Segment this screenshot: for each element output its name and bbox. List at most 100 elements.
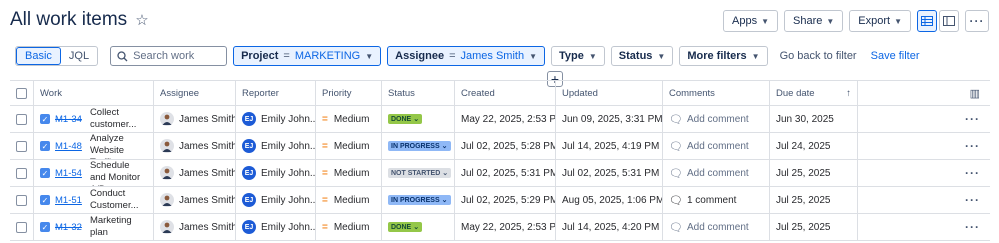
assignee-cell[interactable]: James Smith <box>154 214 236 240</box>
share-button[interactable]: Share ▼ <box>784 10 844 32</box>
work-item-key[interactable]: M1-32 <box>55 222 82 233</box>
more-icon[interactable]: ··· <box>965 193 980 207</box>
save-filter-link[interactable]: Save filter <box>869 50 922 62</box>
assignee-cell[interactable]: James Smith <box>154 106 236 132</box>
more-filters-label: More filters <box>687 50 747 62</box>
detail-view-button[interactable] <box>939 10 959 32</box>
col-comments[interactable]: Comments <box>663 81 770 105</box>
status-badge[interactable]: NOT STARTED ⌄ <box>388 168 452 178</box>
work-item-title[interactable]: Analyze Website Traffi... <box>90 133 147 159</box>
assignee-cell[interactable]: James Smith <box>154 187 236 213</box>
assignee-cell[interactable]: James Smith <box>154 133 236 159</box>
avatar <box>160 193 174 207</box>
assignee-field: Assignee <box>395 50 445 62</box>
more-actions-button[interactable]: ··· <box>965 10 989 32</box>
work-item-title[interactable]: Conduct Customer... <box>90 188 147 212</box>
priority-label: Medium <box>333 167 370 179</box>
export-button[interactable]: Export ▼ <box>849 10 911 32</box>
work-item-key[interactable]: M1-51 <box>55 195 82 206</box>
select-all-checkbox[interactable] <box>16 87 27 99</box>
work-item-key[interactable]: M1-54 <box>55 168 82 179</box>
reporter-cell[interactable]: EJ Emily John... <box>236 187 316 213</box>
search-input[interactable]: Search work <box>110 46 228 66</box>
col-due-date[interactable]: Due date ↑ <box>770 81 858 105</box>
col-status[interactable]: Status <box>382 81 455 105</box>
col-work[interactable]: Work <box>34 81 154 105</box>
select-all-cell <box>10 81 34 105</box>
apps-button[interactable]: Apps ▼ <box>723 10 778 32</box>
col-updated[interactable]: Updated <box>556 81 663 105</box>
priority-cell[interactable]: = Medium <box>316 160 382 186</box>
row-checkbox[interactable] <box>16 221 27 233</box>
priority-cell[interactable]: = Medium <box>316 133 382 159</box>
row-checkbox[interactable] <box>16 167 27 179</box>
table-row[interactable]: ✓ M1-54 Schedule and Monitor A/B... James S… <box>10 160 990 187</box>
assignee-filter-chip[interactable]: Assignee = James Smith ▼ <box>387 46 546 66</box>
list-view-button[interactable] <box>917 10 937 32</box>
priority-cell[interactable]: = Medium <box>316 106 382 132</box>
status-filter-button[interactable]: Status ▼ <box>610 46 674 66</box>
work-item-title[interactable]: Collect customer... <box>90 107 147 131</box>
go-back-to-filter-link[interactable]: Go back to filter <box>774 50 863 62</box>
updated-cell: Aug 05, 2025, 1:06 PM <box>556 187 663 213</box>
col-priority[interactable]: Priority <box>316 81 382 105</box>
comments-cell[interactable]: 🗨 Add comment <box>663 106 770 132</box>
type-filter-button[interactable]: Type ▼ <box>551 46 605 66</box>
status-badge[interactable]: DONE ⌄ <box>388 222 423 232</box>
more-icon[interactable]: ··· <box>965 220 980 234</box>
reporter-cell[interactable]: EJ Emily John... <box>236 214 316 240</box>
more-icon[interactable]: ··· <box>965 139 980 153</box>
col-settings-cell: ▥ <box>858 81 990 105</box>
project-filter-chip[interactable]: Project = MARKETING ▼ <box>233 46 382 66</box>
assignee-cell[interactable]: James Smith <box>154 160 236 186</box>
comments-text: 1 comment <box>686 194 737 206</box>
reporter-name: Emily John... <box>261 140 316 152</box>
reporter-cell[interactable]: EJ Emily John... <box>236 106 316 132</box>
reporter-cell[interactable]: EJ Emily John... <box>236 160 316 186</box>
comments-cell[interactable]: 🗨 1 comment <box>663 187 770 213</box>
priority-cell[interactable]: = Medium <box>316 214 382 240</box>
priority-cell[interactable]: = Medium <box>316 187 382 213</box>
priority-label: Medium <box>333 140 370 152</box>
priority-medium-icon: = <box>322 221 328 233</box>
more-filters-button[interactable]: More filters ▼ <box>679 46 768 66</box>
table-row[interactable]: ✓ M1-32 Marketing plan James Smith EJ Emily J… <box>10 214 990 241</box>
comments-cell[interactable]: 🗨 Add comment <box>663 160 770 186</box>
jql-tab[interactable]: JQL <box>61 47 97 65</box>
col-reporter[interactable]: Reporter <box>236 81 316 105</box>
col-assignee[interactable]: Assignee <box>154 81 236 105</box>
sort-arrow-up-icon[interactable]: ↑ <box>846 88 851 99</box>
priority-medium-icon: = <box>322 113 328 125</box>
work-cell: ✓ M1-48 Analyze Website Traffi... <box>34 133 154 159</box>
comments-text: Add comment <box>686 167 749 179</box>
comment-icon: 🗨 <box>669 167 683 180</box>
table-row[interactable]: ✓ M1-34 Collect customer... James Smith EJ Em… <box>10 106 990 133</box>
work-item-key[interactable]: M1-34 <box>55 114 82 125</box>
priority-label: Medium <box>333 113 370 125</box>
work-item-key[interactable]: M1-48 <box>55 141 82 152</box>
col-created[interactable]: Created <box>455 81 556 105</box>
comment-icon: 🗨 <box>669 194 683 207</box>
more-icon[interactable]: ··· <box>965 166 980 180</box>
status-badge[interactable]: DONE ⌄ <box>388 114 423 124</box>
assignee-name: James Smith <box>179 140 236 152</box>
avatar: EJ <box>242 220 256 234</box>
reporter-cell[interactable]: EJ Emily John... <box>236 133 316 159</box>
work-item-title[interactable]: Marketing plan <box>90 215 147 239</box>
row-checkbox[interactable] <box>16 140 27 152</box>
columns-icon[interactable]: ▥ <box>970 87 980 100</box>
table-row[interactable]: ✓ M1-51 Conduct Customer... James Smith EJ Em… <box>10 187 990 214</box>
basic-tab[interactable]: Basic <box>16 47 61 65</box>
comments-cell[interactable]: 🗨 Add comment <box>663 214 770 240</box>
table-row[interactable]: ✓ M1-48 Analyze Website Traffi... James Smi… <box>10 133 990 160</box>
status-badge[interactable]: IN PROGRESS ⌄ <box>388 195 451 205</box>
more-icon[interactable]: ··· <box>965 112 980 126</box>
row-checkbox[interactable] <box>16 194 27 206</box>
work-item-title[interactable]: Schedule and Monitor A/B... <box>90 160 147 186</box>
due-date-cell: Jun 30, 2025 <box>770 106 858 132</box>
star-icon[interactable]: ☆ <box>135 11 148 29</box>
type-label: Type <box>559 50 584 62</box>
status-badge[interactable]: IN PROGRESS ⌄ <box>388 141 451 151</box>
row-checkbox[interactable] <box>16 113 27 125</box>
comments-cell[interactable]: 🗨 Add comment <box>663 133 770 159</box>
